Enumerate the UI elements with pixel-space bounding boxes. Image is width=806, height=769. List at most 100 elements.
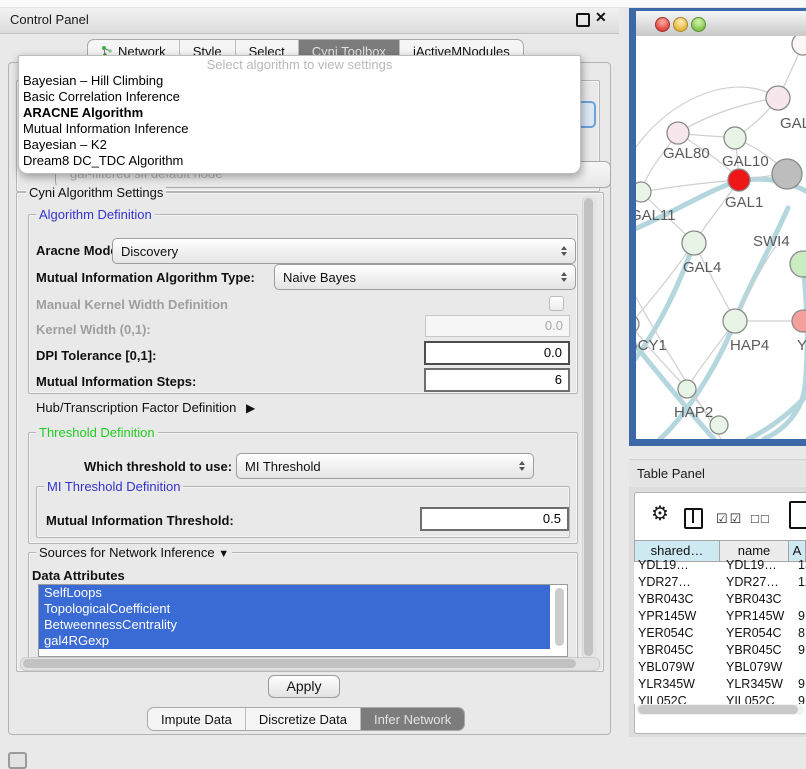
zoom-traffic-light[interactable] — [691, 17, 706, 32]
node-gal4[interactable] — [682, 231, 706, 255]
close-traffic-light[interactable] — [655, 17, 670, 32]
dpi-tolerance-field[interactable]: 0.0 — [424, 341, 570, 365]
node-hap4[interactable] — [723, 309, 747, 333]
minimize-traffic-light[interactable] — [673, 17, 688, 32]
float-window-icon[interactable] — [576, 13, 590, 27]
data-attributes-list: SelfLoops TopologicalCoefficient Between… — [38, 584, 568, 657]
cell: 9. — [794, 642, 806, 659]
threshold-definition-title: Threshold Definition — [36, 425, 158, 440]
list-vscroll-thumb[interactable] — [555, 588, 564, 646]
table-row[interactable]: YIL052C YIL052C 9. — [634, 693, 806, 704]
table-row[interactable]: YBR045C YBR045C 9. — [634, 642, 806, 659]
cell: YBL079W — [634, 659, 722, 676]
sources-title-label: Sources for Network Inference — [39, 545, 215, 560]
mi-threshold-field[interactable]: 0.5 — [420, 507, 569, 531]
column-layout-icon[interactable] — [684, 508, 703, 529]
manual-kernel-width-checkbox[interactable] — [549, 296, 564, 311]
cell — [794, 591, 806, 608]
cell: YLR345W — [634, 676, 722, 693]
gear-icon[interactable]: ⚙ — [651, 504, 669, 524]
node-gal1[interactable] — [728, 169, 750, 191]
list-item-topologicalcoefficient[interactable]: TopologicalCoefficient — [39, 601, 550, 617]
node-swi4[interactable] — [790, 251, 806, 277]
cell: 9. — [794, 676, 806, 693]
node-salmon[interactable] — [792, 310, 806, 332]
menu-item-dream8[interactable]: Dream8 DC_TDC Algorithm — [19, 153, 580, 169]
dpi-tolerance-label: DPI Tolerance [0,1]: — [36, 348, 156, 363]
table-row[interactable]: YDL19… YDL19… 13 — [634, 557, 806, 574]
menu-item-bayesian-hill-climbing[interactable]: Bayesian – Hill Climbing — [19, 73, 580, 89]
list-item-betweennesscentrality[interactable]: BetweennessCentrality — [39, 617, 550, 633]
node-gal11[interactable] — [636, 182, 651, 202]
control-panel-title: Control Panel — [10, 12, 89, 27]
list-item-selfloops[interactable]: SelfLoops — [39, 585, 550, 601]
label-gcy1: GCY1 — [636, 337, 667, 354]
cell: 9. — [794, 608, 806, 625]
label-gal11: GAL11 — [636, 207, 676, 224]
table-hscroll-thumb[interactable] — [638, 705, 798, 714]
settings-hscroll-thumb[interactable] — [23, 659, 576, 668]
node-gal-partial[interactable] — [766, 86, 790, 110]
cell — [794, 659, 806, 676]
tab-impute-data-label: Impute Data — [161, 712, 232, 727]
hub-definition-toggle[interactable]: Hub/Transcription Factor Definition ▶ — [36, 400, 255, 415]
mi-algorithm-type-combo[interactable]: Naive Bayes — [274, 264, 576, 290]
mi-threshold-group-title: MI Threshold Definition — [44, 479, 183, 494]
aracne-mode-combo[interactable]: Discovery — [112, 238, 576, 264]
which-threshold-combo[interactable]: MI Threshold — [236, 453, 534, 479]
node-gray[interactable] — [772, 159, 802, 189]
cell: YBR045C — [722, 642, 794, 659]
node-hap2[interactable] — [678, 380, 696, 398]
tab-discretize-data-label: Discretize Data — [259, 712, 347, 727]
cell: YBR043C — [634, 591, 722, 608]
chevron-down-icon: ▼ — [218, 548, 229, 560]
kernel-width-field[interactable]: 0.0 — [425, 315, 570, 337]
cell: YBL079W — [722, 659, 794, 676]
table-row[interactable]: YPR145W YPR145W 9. — [634, 608, 806, 625]
table-row[interactable]: YLR345W YLR345W 9. — [634, 676, 806, 693]
table-row[interactable]: YBR043C YBR043C — [634, 591, 806, 608]
chevron-right-icon: ▶ — [246, 401, 255, 415]
algorithm-dropdown-popup: Select algorithm to view settings Bayesi… — [18, 55, 581, 174]
new-table-icon[interactable] — [789, 501, 806, 529]
menu-item-bayesian-k2[interactable]: Bayesian – K2 — [19, 137, 580, 153]
apply-button[interactable]: Apply — [268, 675, 340, 698]
select-all-checks-icon[interactable]: ☑☑ — [716, 511, 743, 527]
aracne-mode-label: Aracne Mode: — [36, 243, 122, 258]
algorithm-definition-title: Algorithm Definition — [36, 207, 155, 222]
tab-impute-data[interactable]: Impute Data — [148, 708, 246, 730]
node-gal80[interactable] — [667, 122, 689, 144]
network-window-titlebar[interactable] — [636, 11, 806, 37]
cell: YDL19… — [634, 557, 722, 574]
sources-group-title[interactable]: Sources for Network Inference ▼ — [36, 545, 232, 560]
close-icon[interactable]: ✕ — [595, 9, 607, 26]
table-row[interactable]: YER054C YER054C 8. — [634, 625, 806, 642]
settings-vscroll-thumb[interactable] — [584, 198, 593, 656]
table-row[interactable]: YBL079W YBL079W — [634, 659, 806, 676]
node-gcy1[interactable] — [636, 315, 639, 333]
tab-infer-network-label: Infer Network — [374, 712, 451, 727]
cell: 12 — [794, 574, 806, 591]
stepper-icon — [519, 461, 525, 471]
manual-kernel-width-label: Manual Kernel Width Definition — [36, 297, 228, 312]
mi-threshold-label: Mutual Information Threshold: — [46, 513, 234, 528]
table-row[interactable]: YDR27… YDR27… 12 — [634, 574, 806, 591]
list-item-gal4rgexp[interactable]: gal4RGexp — [39, 633, 550, 649]
menu-item-mutual-information[interactable]: Mutual Information Inference — [19, 121, 580, 137]
column-divider — [692, 510, 694, 523]
node-unlabeled-top[interactable] — [792, 36, 806, 55]
menu-item-aracne[interactable]: ARACNE Algorithm — [19, 105, 580, 121]
cell: 8. — [794, 625, 806, 642]
mi-algorithm-type-label: Mutual Information Algorithm Type: — [36, 270, 255, 285]
menu-item-basic-correlation[interactable]: Basic Correlation Inference — [19, 89, 580, 105]
table-panel-title: Table Panel — [637, 466, 705, 481]
deselect-all-checks-icon[interactable]: □□ — [751, 511, 771, 526]
tab-discretize-data[interactable]: Discretize Data — [246, 708, 361, 730]
network-canvas[interactable]: GAL GAL80 GAL10 GAL1 GAL11 SWI4 GAL4 GCY… — [636, 36, 806, 439]
cell: YPR145W — [722, 608, 794, 625]
minimized-panel-icon[interactable] — [8, 752, 27, 769]
cell: YDR27… — [722, 574, 794, 591]
node-gal10[interactable] — [724, 127, 746, 149]
tab-infer-network[interactable]: Infer Network — [361, 708, 464, 730]
mi-steps-field[interactable]: 6 — [424, 368, 570, 392]
